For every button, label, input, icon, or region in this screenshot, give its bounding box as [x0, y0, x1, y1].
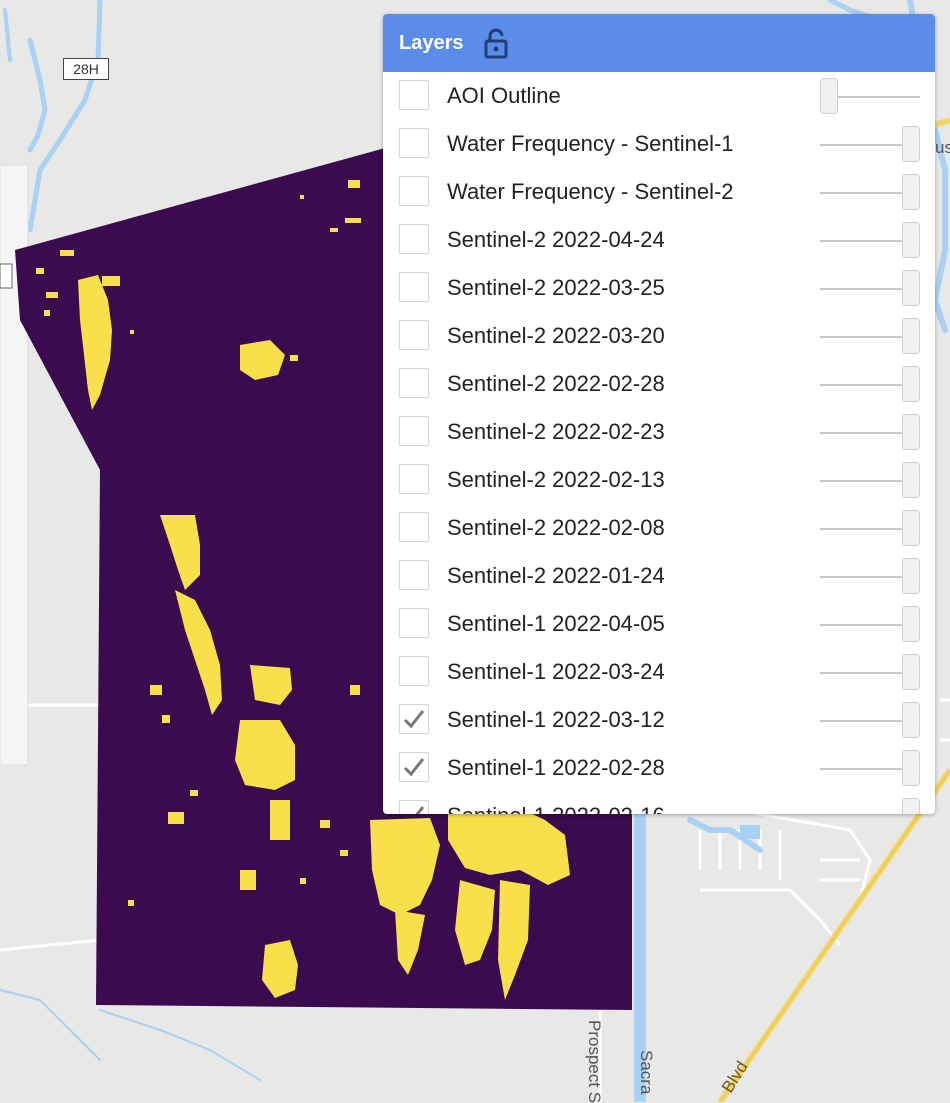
layer-list: AOI Outline Water Frequency - Sentinel-1 W…: [383, 72, 935, 814]
layer-checkbox[interactable]: [399, 512, 429, 542]
layer-checkbox[interactable]: [399, 368, 429, 398]
slider-thumb[interactable]: [902, 462, 920, 498]
slider-thumb[interactable]: [902, 798, 920, 814]
padlock-unlocked-icon[interactable]: [482, 27, 510, 59]
layer-row: Sentinel-1 2022-03-12: [383, 696, 935, 744]
slider-thumb[interactable]: [902, 126, 920, 162]
layer-row: Sentinel-2 2022-02-13: [383, 456, 935, 504]
layer-name: Water Frequency - Sentinel-1: [447, 131, 734, 156]
slider-thumb[interactable]: [902, 366, 920, 402]
layer-name: Sentinel-1 2022-02-16: [447, 803, 665, 814]
opacity-slider[interactable]: [820, 174, 920, 212]
layer-row: Sentinel-1 2022-02-28: [383, 744, 935, 792]
opacity-slider[interactable]: [820, 750, 920, 788]
layer-checkbox[interactable]: [399, 656, 429, 686]
slider-thumb[interactable]: [820, 78, 838, 114]
layer-checkbox[interactable]: [399, 464, 429, 494]
layer-checkbox[interactable]: [399, 560, 429, 590]
opacity-slider[interactable]: [820, 366, 920, 404]
layer-name: Sentinel-1 2022-04-05: [447, 611, 665, 636]
layers-panel: Layers AOI Outline Water Frequency - Sent…: [383, 14, 935, 814]
layer-name: Sentinel-2 2022-02-08: [447, 515, 665, 540]
layer-checkbox[interactable]: [399, 416, 429, 446]
layer-name: Sentinel-1 2022-02-28: [447, 755, 665, 780]
slider-thumb[interactable]: [902, 654, 920, 690]
opacity-slider[interactable]: [820, 654, 920, 692]
layer-name: Sentinel-2 2022-04-24: [447, 227, 665, 252]
slider-thumb[interactable]: [902, 702, 920, 738]
slider-thumb[interactable]: [902, 558, 920, 594]
checkmark-icon: [403, 710, 425, 729]
opacity-slider[interactable]: [820, 78, 920, 116]
panel-title: Layers: [399, 31, 464, 54]
layer-row: Sentinel-2 2022-02-28: [383, 360, 935, 408]
layers-panel-header: Layers: [383, 14, 935, 72]
layer-row: Sentinel-2 2022-04-24: [383, 216, 935, 264]
layer-checkbox[interactable]: [399, 608, 429, 638]
layer-row: Sentinel-1 2022-02-16: [383, 792, 935, 814]
layer-row: Water Frequency - Sentinel-1: [383, 120, 935, 168]
layer-name: Sentinel-2 2022-01-24: [447, 563, 665, 588]
layer-row: AOI Outline: [383, 72, 935, 120]
layer-checkbox[interactable]: [399, 752, 429, 782]
layer-checkbox[interactable]: [399, 800, 429, 814]
layer-name: Sentinel-2 2022-02-13: [447, 467, 665, 492]
opacity-slider[interactable]: [820, 318, 920, 356]
layer-name: Sentinel-1 2022-03-12: [447, 707, 665, 732]
opacity-slider[interactable]: [820, 558, 920, 596]
layer-row: Sentinel-2 2022-03-20: [383, 312, 935, 360]
layer-row: Sentinel-1 2022-04-05: [383, 600, 935, 648]
layer-checkbox[interactable]: [399, 176, 429, 206]
opacity-slider[interactable]: [820, 798, 920, 814]
layer-checkbox[interactable]: [399, 128, 429, 158]
layer-checkbox[interactable]: [399, 80, 429, 110]
layer-name: Sentinel-2 2022-03-20: [447, 323, 665, 348]
opacity-slider[interactable]: [820, 606, 920, 644]
layer-row: Sentinel-2 2022-03-25: [383, 264, 935, 312]
opacity-slider[interactable]: [820, 702, 920, 740]
layer-row: Sentinel-2 2022-02-08: [383, 504, 935, 552]
opacity-slider[interactable]: [820, 510, 920, 548]
layer-checkbox[interactable]: [399, 224, 429, 254]
layer-checkbox[interactable]: [399, 704, 429, 734]
edge-label-us: us: [935, 138, 950, 157]
slider-thumb[interactable]: [902, 318, 920, 354]
opacity-slider[interactable]: [820, 222, 920, 260]
layer-row: Sentinel-2 2022-02-23: [383, 408, 935, 456]
slider-thumb[interactable]: [902, 174, 920, 210]
route-shield: 28H: [63, 58, 109, 80]
slider-thumb[interactable]: [902, 750, 920, 786]
slider-thumb[interactable]: [902, 270, 920, 306]
layer-checkbox[interactable]: [399, 272, 429, 302]
layer-row: Water Frequency - Sentinel-2: [383, 168, 935, 216]
slider-thumb[interactable]: [902, 414, 920, 450]
layer-name: Water Frequency - Sentinel-2: [447, 179, 734, 204]
river-label: Sacra: [637, 1050, 656, 1095]
opacity-slider[interactable]: [820, 414, 920, 452]
layer-name: AOI Outline: [447, 83, 561, 108]
slider-thumb[interactable]: [902, 510, 920, 546]
street-label-prospect: Prospect S: [585, 1020, 604, 1103]
opacity-slider[interactable]: [820, 270, 920, 308]
layer-checkbox[interactable]: [399, 320, 429, 350]
checkmark-icon: [415, 806, 425, 814]
layer-row: Sentinel-2 2022-01-24: [383, 552, 935, 600]
layer-name: Sentinel-2 2022-03-25: [447, 275, 665, 300]
layer-row: Sentinel-1 2022-03-24: [383, 648, 935, 696]
layer-name: Sentinel-2 2022-02-28: [447, 371, 665, 396]
opacity-slider[interactable]: [820, 126, 920, 164]
slider-thumb[interactable]: [902, 606, 920, 642]
checkmark-icon: [403, 758, 425, 777]
layer-name: Sentinel-2 2022-02-23: [447, 419, 665, 444]
opacity-slider[interactable]: [820, 462, 920, 500]
layer-name: Sentinel-1 2022-03-24: [447, 659, 665, 684]
slider-thumb[interactable]: [902, 222, 920, 258]
